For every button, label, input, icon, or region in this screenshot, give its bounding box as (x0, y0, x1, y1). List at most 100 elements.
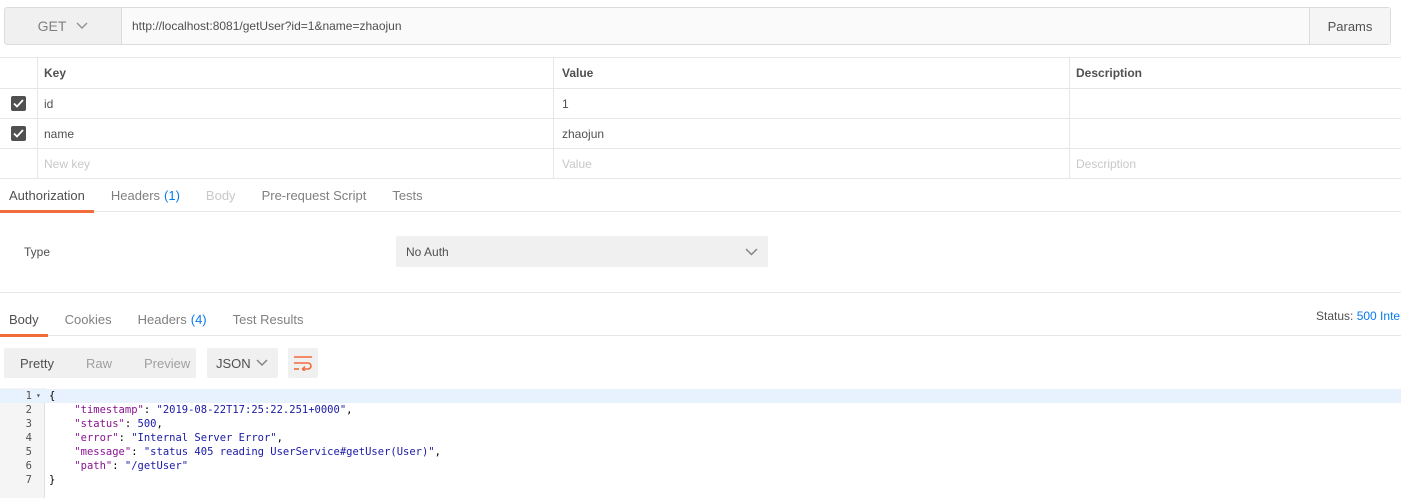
line-number: 2 (25, 404, 32, 416)
json-key: "timestamp" (74, 404, 144, 416)
response-body-editor[interactable]: 1 ▾ { 2 "timestamp": "2019-08-22T17:25:2… (0, 388, 1401, 498)
method-label: GET (37, 18, 67, 34)
json-value: "2019-08-22T17:25:22.251+0000" (156, 404, 347, 416)
status-label: Status: (1316, 309, 1354, 323)
auth-type-label: Type (24, 245, 51, 259)
json-value: 500 (137, 418, 157, 430)
auth-panel: Type No Auth (0, 212, 1401, 293)
table-row: id 1 (0, 89, 1401, 119)
format-value: JSON (216, 355, 251, 371)
tab-label: Test Results (232, 311, 304, 327)
new-description-input[interactable]: Description (1070, 149, 1401, 178)
tab-prerequest-script[interactable]: Pre-request Script (253, 179, 376, 212)
preview-button[interactable]: Preview (128, 356, 206, 371)
pretty-button[interactable]: Pretty (4, 356, 70, 371)
tab-response-body[interactable]: Body (0, 303, 48, 337)
row-check-cell (0, 119, 38, 148)
row-checkbox[interactable] (11, 96, 26, 111)
status-value[interactable]: 500 Inter (1357, 309, 1401, 323)
auth-type-value: No Auth (406, 244, 449, 259)
json-comma: , (276, 432, 283, 444)
code-line: 7 } (0, 473, 1401, 487)
chevron-down-icon (76, 22, 88, 29)
code-text: "path": "/getUser" (74, 460, 189, 472)
row-checkbox[interactable] (11, 126, 26, 141)
code-text: } (49, 474, 56, 486)
format-dropdown[interactable]: JSON (207, 348, 278, 378)
line-number: 5 (25, 446, 32, 458)
params-table: Key Value Description id 1 name zhaojun (0, 57, 1401, 179)
method-dropdown[interactable]: GET (5, 8, 122, 44)
tab-response-headers[interactable]: Headers (4) (129, 303, 216, 336)
tab-authorization[interactable]: Authorization (0, 179, 94, 213)
request-bar: GET http://localhost:8081/getUser?id=1&n… (4, 7, 1391, 45)
param-key[interactable]: name (38, 119, 554, 148)
chevron-down-icon (745, 248, 758, 255)
json-key: "error" (74, 432, 119, 444)
tab-label: Headers (137, 311, 187, 327)
code-line: 5 "message": "status 405 reading UserSer… (0, 445, 1401, 459)
params-button[interactable]: Params (1309, 8, 1390, 44)
code-text: "timestamp": "2019-08-22T17:25:22.251+00… (74, 404, 353, 416)
new-value-input[interactable]: Value (554, 149, 1070, 178)
new-key-input[interactable]: New key (38, 149, 554, 178)
tab-cookies[interactable]: Cookies (56, 303, 121, 336)
json-key: "path" (74, 460, 113, 472)
param-value[interactable]: zhaojun (554, 119, 1070, 148)
tab-label: Headers (110, 187, 161, 203)
line-number: 6 (25, 460, 32, 472)
auth-type-select[interactable]: No Auth (396, 236, 768, 267)
key-header: Key (38, 58, 554, 88)
code-line: 4 "error": "Internal Server Error", (0, 431, 1401, 445)
chevron-down-icon (256, 359, 268, 366)
code-line: 3 "status": 500, (0, 417, 1401, 431)
description-header: Description (1076, 66, 1143, 80)
tab-label: Pre-request Script (261, 187, 367, 203)
row-check-cell (0, 89, 38, 118)
url-input[interactable]: http://localhost:8081/getUser?id=1&name=… (122, 8, 1309, 44)
line-number: 1 (25, 390, 32, 402)
json-key: "message" (74, 446, 132, 458)
tab-test-results[interactable]: Test Results (224, 303, 313, 336)
wrap-lines-icon (294, 356, 312, 371)
line-number: 4 (25, 432, 32, 444)
fold-arrow-icon[interactable]: ▾ (36, 389, 41, 403)
tab-label: Cookies (64, 311, 112, 327)
code-text: "error": "Internal Server Error", (74, 432, 283, 444)
code-line: 6 "path": "/getUser" (0, 459, 1401, 473)
json-value: "status 405 reading UserService#getUser(… (143, 446, 435, 458)
param-description[interactable] (1070, 89, 1401, 118)
headers-count-badge: (1) (164, 187, 180, 203)
param-value[interactable]: 1 (554, 89, 1070, 118)
checkmark-icon (13, 129, 24, 138)
param-description[interactable] (1070, 119, 1401, 148)
line-number: 7 (25, 474, 32, 486)
code-text: { (49, 390, 56, 402)
response-status: Status: 500 Inter (1316, 309, 1401, 323)
value-header: Value (554, 58, 1070, 88)
json-comma: , (346, 404, 353, 416)
code-line: 2 "timestamp": "2019-08-22T17:25:22.251+… (0, 403, 1401, 417)
wrap-lines-button[interactable] (288, 348, 318, 378)
tab-body[interactable]: Body (197, 179, 245, 212)
json-key: "status" (74, 418, 125, 430)
code-line: 1 ▾ { (0, 389, 1401, 403)
param-key[interactable]: id (38, 89, 554, 118)
tab-label: Tests (392, 187, 423, 203)
tab-label: Body (205, 187, 236, 203)
tab-label: Authorization (9, 187, 85, 203)
json-comma: , (156, 418, 163, 430)
json-value: "Internal Server Error" (131, 432, 277, 444)
code-text: "status": 500, (74, 418, 163, 430)
raw-button[interactable]: Raw (70, 356, 128, 371)
json-comma: , (434, 446, 441, 458)
params-header-row: Key Value Description (0, 58, 1401, 89)
table-row: name zhaojun (0, 119, 1401, 149)
checkmark-icon (13, 99, 24, 108)
new-param-row: New key Value Description (0, 149, 1401, 179)
code-text: "message": "status 405 reading UserServi… (74, 446, 441, 458)
tab-headers[interactable]: Headers (1) (102, 179, 189, 212)
row-check-cell (0, 149, 38, 178)
line-number: 3 (25, 418, 32, 430)
tab-tests[interactable]: Tests (383, 179, 431, 212)
